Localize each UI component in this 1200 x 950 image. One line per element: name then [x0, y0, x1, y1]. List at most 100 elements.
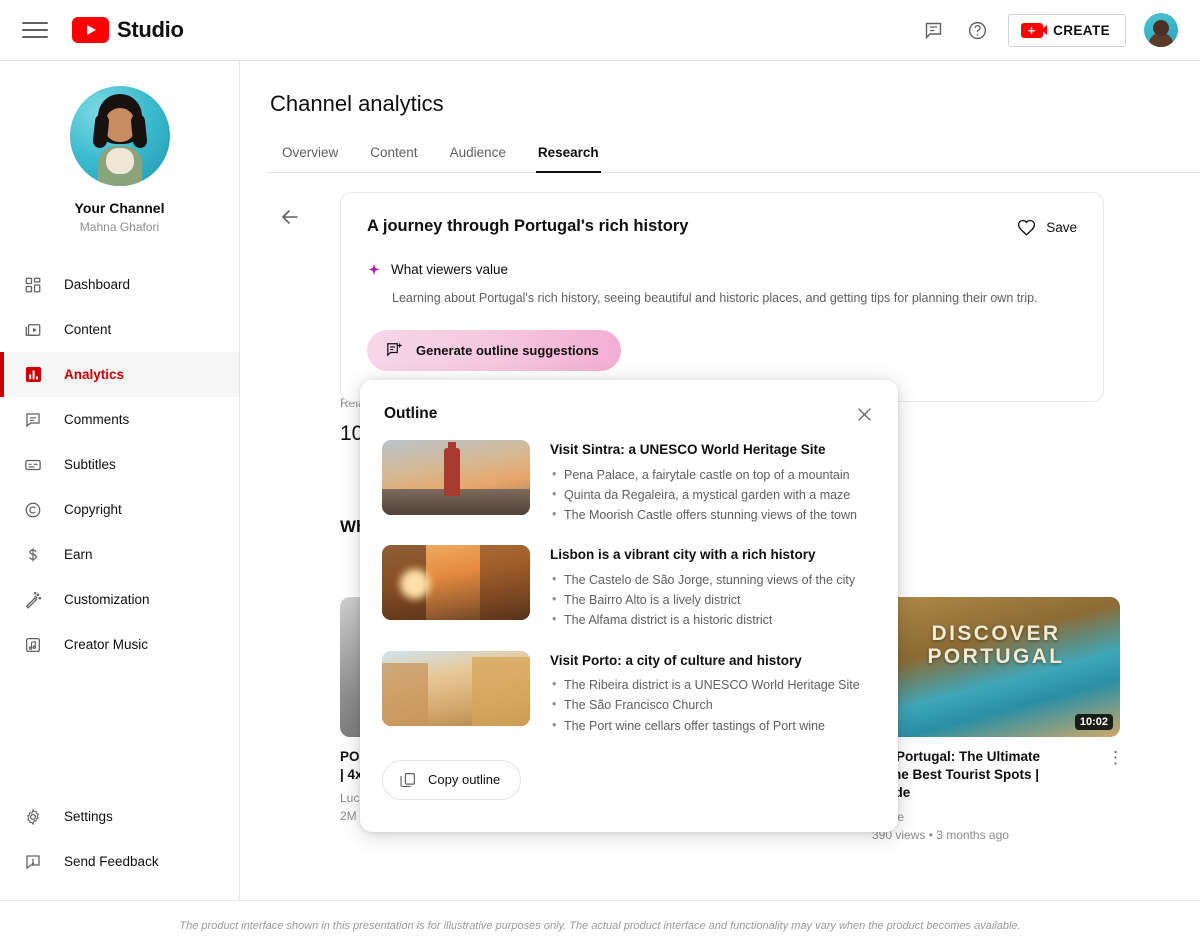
close-icon[interactable] [852, 402, 876, 426]
copyright-icon [22, 499, 44, 521]
outline-section-heading: Visit Sintra: a UNESCO World Heritage Si… [550, 441, 857, 459]
studio-brand-logo[interactable]: Studio [72, 17, 184, 43]
avatar[interactable] [1144, 13, 1178, 47]
sidebar-item-label: Comments [64, 412, 129, 427]
topic-title: A journey through Portugal's rich histor… [367, 217, 688, 236]
gear-icon [22, 806, 44, 828]
sidebar-item-label: Subtitles [64, 457, 116, 472]
sidebar-item-label: Earn [64, 547, 93, 562]
analytics-icon [22, 364, 44, 386]
sidebar-item-copyright[interactable]: Copyright [0, 487, 239, 532]
dashboard-icon [22, 274, 44, 296]
outline-sections: Visit Sintra: a UNESCO World Heritage Si… [360, 426, 898, 736]
help-icon[interactable] [964, 17, 990, 43]
earn-icon [22, 544, 44, 566]
video-meta: 390 views • 3 months ago [872, 828, 1120, 842]
outline-section-bullets: Pena Palace, a fairytale castle on top o… [550, 465, 857, 526]
outline-bullet: The Moorish Castle offers stunning views… [550, 505, 857, 525]
tab-audience[interactable]: Audience [434, 139, 522, 172]
save-label: Save [1046, 220, 1077, 235]
customization-icon [22, 589, 44, 611]
outline-bullet: The Port wine cellars offer tastings of … [550, 716, 860, 736]
outline-bullet: The São Francisco Church [550, 695, 860, 715]
create-button[interactable]: + CREATE [1008, 14, 1126, 47]
generate-outline-button[interactable]: Generate outline suggestions [367, 330, 621, 371]
outline-bullet: The Alfama district is a historic distri… [550, 610, 855, 630]
sidebar: Your Channel Mahna Ghafori Dashboard [0, 61, 240, 900]
sidebar-item-dashboard[interactable]: Dashboard [0, 262, 239, 307]
outline-modal: Outline Visit Sintra: a UNESCO World Her… [360, 380, 898, 832]
video-camera-plus-icon: + [1021, 23, 1043, 38]
outline-section-bullets: The Castelo de São Jorge, stunning views… [550, 570, 855, 631]
sidebar-item-label: Settings [64, 809, 113, 824]
more-options-icon[interactable]: ⋮ [1107, 748, 1124, 768]
sidebar-item-label: Send Feedback [64, 854, 159, 869]
outline-modal-footer: Copy outline [360, 756, 898, 800]
viewers-value-description: Learning about Portugal's rich history, … [392, 289, 1077, 308]
sidebar-item-send-feedback[interactable]: Send Feedback [0, 839, 239, 884]
outline-section: Visit Porto: a city of culture and histo… [382, 651, 878, 736]
send-feedback-icon [22, 851, 44, 873]
youtube-studio-app: Studio + CREATE [0, 0, 1200, 950]
save-button[interactable]: Save [1016, 217, 1077, 238]
generate-outline-icon [385, 341, 404, 360]
page-title: Channel analytics [270, 91, 1200, 117]
outline-bullet: The Ribeira district is a UNESCO World H… [550, 675, 860, 695]
channel-avatar [70, 86, 170, 186]
copy-icon [399, 771, 417, 789]
outline-section: Lisbon is a vibrant city with a rich his… [382, 545, 878, 630]
top-bar-actions: + CREATE [920, 13, 1200, 47]
sidebar-item-subtitles[interactable]: Subtitles [0, 442, 239, 487]
subtitles-icon [22, 454, 44, 476]
sidebar-item-creator-music[interactable]: Creator Music [0, 622, 239, 667]
sparkle-icon [367, 263, 381, 277]
tab-content[interactable]: Content [354, 139, 433, 172]
outline-section: Visit Sintra: a UNESCO World Heritage Si… [382, 440, 878, 525]
sidebar-item-customization[interactable]: Customization [0, 577, 239, 622]
back-arrow-icon[interactable] [278, 205, 304, 231]
copy-outline-label: Copy outline [428, 772, 500, 787]
video-thumbnail[interactable]: DISCOVER PORTUGAL 10:02 [872, 597, 1120, 737]
sidebar-item-content[interactable]: Content [0, 307, 239, 352]
creator-music-icon [22, 634, 44, 656]
sidebar-item-earn[interactable]: Earn [0, 532, 239, 577]
channel-header[interactable]: Your Channel Mahna Ghafori [0, 61, 239, 234]
outline-bullet: Pena Palace, a fairytale castle on top o… [550, 465, 857, 485]
sidebar-nav: Dashboard Content [0, 262, 239, 667]
outline-modal-header: Outline [360, 380, 898, 426]
sidebar-item-label: Customization [64, 592, 150, 607]
heart-outline-icon [1016, 217, 1037, 238]
outline-section-heading: Lisbon is a vibrant city with a rich his… [550, 546, 855, 564]
video-card[interactable]: DISCOVER PORTUGAL 10:02 ver Portugal: Th… [872, 597, 1120, 842]
viewers-value-label: What viewers value [391, 262, 508, 277]
youtube-play-icon [72, 17, 109, 43]
outline-bullet: The Castelo de São Jorge, stunning views… [550, 570, 855, 590]
tab-research[interactable]: Research [522, 139, 615, 172]
video-title: ver Portugal: The Ultimate to the Best T… [872, 748, 1100, 803]
content-icon [22, 319, 44, 341]
video-duration: 10:02 [1075, 714, 1113, 730]
sidebar-item-label: Creator Music [64, 637, 148, 652]
sidebar-item-settings[interactable]: Settings [0, 794, 239, 839]
thumbnail-caption: DISCOVER PORTUGAL [872, 623, 1120, 668]
outline-bullet: Quinta da Regaleira, a mystical garden w… [550, 485, 857, 505]
feedback-icon[interactable] [920, 17, 946, 43]
copy-outline-button[interactable]: Copy outline [382, 760, 521, 800]
tab-overview[interactable]: Overview [266, 139, 354, 172]
comments-icon [22, 409, 44, 431]
outline-section-thumbnail [382, 651, 530, 726]
sidebar-item-comments[interactable]: Comments [0, 397, 239, 442]
sidebar-item-label: Analytics [64, 367, 124, 382]
sidebar-bottom-nav: Settings Send Feedback [0, 794, 239, 884]
hamburger-menu-icon[interactable] [22, 17, 48, 43]
sidebar-item-label: Dashboard [64, 277, 130, 292]
analytics-tabs: Overview Content Audience Research [266, 139, 1200, 173]
outline-modal-title: Outline [384, 405, 437, 423]
sidebar-item-label: Copyright [64, 502, 122, 517]
top-bar: Studio + CREATE [0, 0, 1200, 61]
generate-outline-label: Generate outline suggestions [416, 343, 599, 358]
brand-label: Studio [117, 17, 184, 43]
outline-section-bullets: The Ribeira district is a UNESCO World H… [550, 675, 860, 736]
create-button-label: CREATE [1053, 23, 1110, 38]
sidebar-item-analytics[interactable]: Analytics [0, 352, 239, 397]
